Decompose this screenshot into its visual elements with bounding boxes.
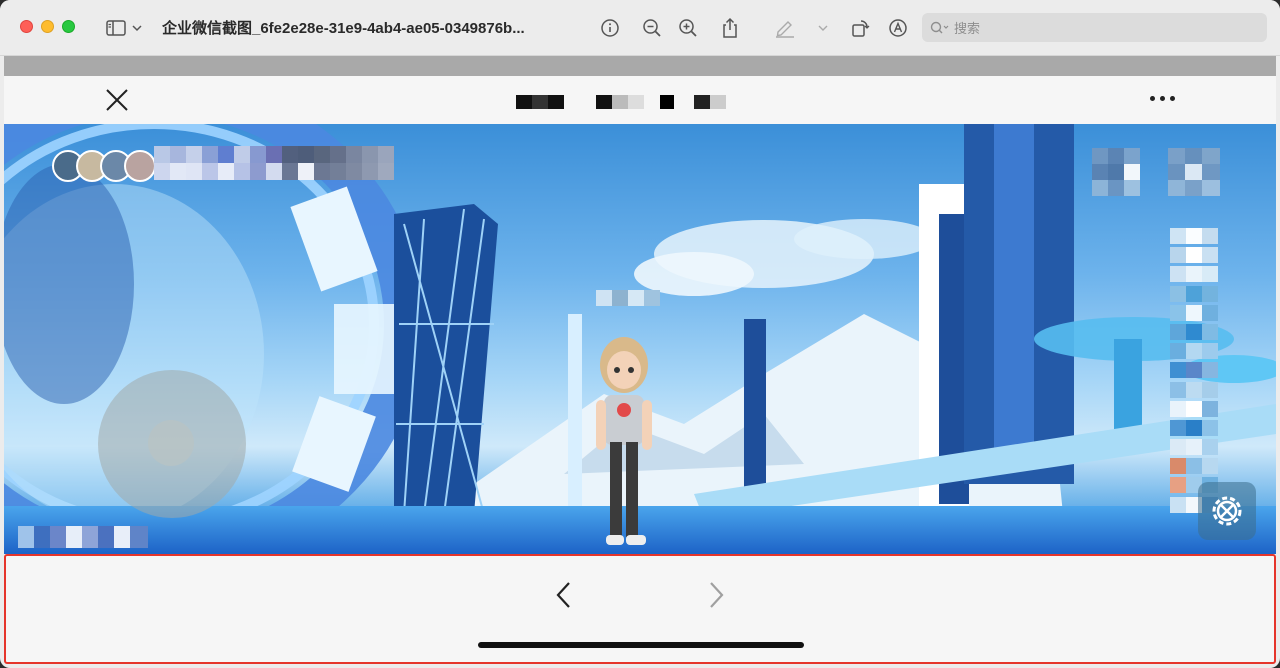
more-icon	[1150, 96, 1155, 101]
bottom-navigation-bar	[4, 554, 1276, 664]
document-title: 企业微信截图_6fe2e28e-31e9-4ab4-ae05-0349876b.…	[162, 20, 525, 37]
rotate-button[interactable]	[848, 16, 872, 40]
markup-button[interactable]	[773, 16, 797, 40]
share-icon	[723, 17, 737, 38]
titlebar: 企业微信截图_6fe2e28e-31e9-4ab4-ae05-0349876b.…	[0, 0, 1280, 56]
forward-button[interactable]	[704, 580, 728, 610]
minimize-window-button[interactable]	[41, 20, 54, 33]
rotate-icon	[852, 20, 870, 37]
close-window-button[interactable]	[20, 20, 33, 33]
markup-menu-button[interactable]	[811, 16, 835, 40]
back-button[interactable]	[552, 580, 576, 610]
close-button[interactable]	[105, 88, 129, 112]
redacted-title	[516, 95, 726, 109]
sidebar-icon	[106, 20, 126, 36]
info-button[interactable]	[598, 16, 622, 40]
sidebar-toggle-button[interactable]	[106, 18, 146, 38]
image-top-strip	[4, 56, 1276, 76]
redacted-status	[18, 526, 148, 548]
redacted-side-menu[interactable]	[1170, 228, 1218, 516]
chevron-right-icon	[710, 582, 724, 608]
zoom-out-button[interactable]	[640, 16, 664, 40]
redacted-button[interactable]	[1168, 148, 1220, 196]
gear-wrench-icon	[1212, 496, 1242, 526]
zoom-in-icon	[679, 19, 697, 37]
joystick-knob[interactable]	[148, 420, 194, 466]
chevron-down-icon	[132, 25, 142, 32]
more-icon-dot	[1160, 96, 1165, 101]
redacted-room-info	[154, 146, 394, 180]
annotate-button[interactable]	[886, 16, 910, 40]
more-button[interactable]	[1150, 96, 1175, 101]
home-indicator[interactable]	[478, 642, 804, 648]
more-icon-dot	[1170, 96, 1175, 101]
close-icon	[106, 89, 128, 111]
movement-joystick[interactable]	[98, 370, 246, 518]
avatar	[124, 150, 156, 182]
zoom-window-button[interactable]	[62, 20, 75, 33]
participant-avatars[interactable]	[52, 150, 156, 182]
zoom-out-icon	[643, 19, 661, 37]
game-scene[interactable]	[4, 124, 1276, 554]
info-icon	[601, 19, 619, 37]
app-header	[4, 76, 1276, 124]
chevron-left-icon	[556, 582, 570, 608]
zoom-in-button[interactable]	[676, 16, 700, 40]
chevron-down-icon	[818, 25, 828, 31]
share-button[interactable]	[718, 16, 742, 40]
search-field[interactable]: 搜索	[922, 13, 1267, 42]
markup-pen-icon	[776, 21, 794, 38]
redacted-button[interactable]	[1092, 148, 1140, 196]
redacted-player-name	[596, 290, 660, 306]
search-placeholder: 搜索	[954, 21, 981, 36]
traffic-lights	[20, 20, 75, 33]
preview-window: 企业微信截图_6fe2e28e-31e9-4ab4-ae05-0349876b.…	[0, 0, 1280, 668]
player-avatar	[596, 337, 652, 545]
settings-button[interactable]	[1198, 482, 1256, 540]
annotate-icon	[889, 19, 907, 37]
search-icon	[930, 21, 949, 33]
